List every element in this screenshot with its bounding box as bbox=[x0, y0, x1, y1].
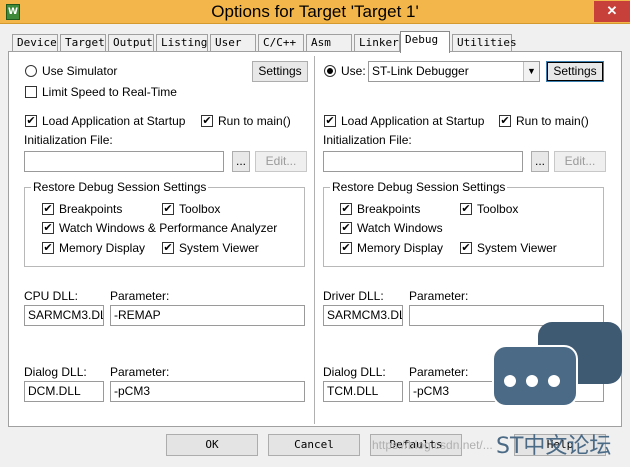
right-system-viewer-label: System Viewer bbox=[477, 241, 557, 255]
tab-listing[interactable]: Listing bbox=[156, 34, 208, 51]
left-init-file-input[interactable] bbox=[24, 151, 224, 172]
right-dialog-dll-input[interactable]: TCM.DLL bbox=[323, 381, 403, 402]
right-browse-button[interactable]: ... bbox=[531, 151, 549, 172]
watermark-dot-icon bbox=[526, 375, 538, 387]
right-breakpoints-label: Breakpoints bbox=[357, 202, 421, 216]
right-breakpoints-checkbox[interactable]: ✔ bbox=[340, 203, 352, 215]
left-dialog-parameter-input[interactable]: -pCM3 bbox=[110, 381, 305, 402]
right-load-app-label: Load Application at Startup bbox=[341, 114, 485, 128]
right-memory-display-label: Memory Display bbox=[357, 241, 444, 255]
driver-dll-input[interactable]: SARMCM3.DLL bbox=[323, 305, 403, 326]
right-edit-button[interactable]: Edit... bbox=[554, 151, 606, 172]
left-breakpoints-checkbox[interactable]: ✔ bbox=[42, 203, 54, 215]
tab-debug[interactable]: Debug bbox=[400, 31, 450, 53]
debugger-select[interactable]: ST-Link Debugger bbox=[368, 61, 540, 82]
right-system-viewer-checkbox[interactable]: ✔ bbox=[460, 242, 472, 254]
watermark-dot-icon bbox=[504, 375, 516, 387]
right-run-to-main-checkbox[interactable]: ✔ bbox=[499, 115, 511, 127]
right-watch-windows-label: Watch Windows bbox=[357, 221, 443, 235]
tab-linker[interactable]: Linker bbox=[354, 34, 400, 51]
use-debugger-radio[interactable] bbox=[324, 65, 336, 77]
right-memory-display-checkbox[interactable]: ✔ bbox=[340, 242, 352, 254]
tab-cc[interactable]: C/C++ bbox=[258, 34, 304, 51]
watermark-url: https://blog.csdn.net/... bbox=[372, 438, 493, 452]
left-breakpoints-label: Breakpoints bbox=[59, 202, 123, 216]
right-load-app-checkbox[interactable]: ✔ bbox=[324, 115, 336, 127]
column-divider bbox=[314, 56, 315, 424]
tab-device[interactable]: Device bbox=[12, 34, 58, 51]
left-watch-windows-checkbox[interactable]: ✔ bbox=[42, 222, 54, 234]
simulator-settings-button[interactable]: Settings bbox=[252, 61, 308, 82]
chevron-down-icon[interactable]: ▼ bbox=[523, 62, 539, 81]
right-init-file-label: Initialization File: bbox=[323, 133, 412, 147]
left-run-to-main-label: Run to main() bbox=[218, 114, 291, 128]
cpu-dll-input[interactable]: SARMCM3.DLL bbox=[24, 305, 104, 326]
right-dialog-dll-label: Dialog DLL: bbox=[323, 365, 386, 379]
tab-output[interactable]: Output bbox=[108, 34, 154, 51]
left-load-app-label: Load Application at Startup bbox=[42, 114, 186, 128]
right-init-file-input[interactable] bbox=[323, 151, 523, 172]
tab-asm[interactable]: Asm bbox=[306, 34, 352, 51]
right-run-to-main-label: Run to main() bbox=[516, 114, 589, 128]
right-toolbox-label: Toolbox bbox=[477, 202, 519, 216]
debugger-settings-button[interactable]: Settings bbox=[546, 61, 604, 82]
left-dialog-dll-label: Dialog DLL: bbox=[24, 365, 87, 379]
right-toolbox-checkbox[interactable]: ✔ bbox=[460, 203, 472, 215]
left-toolbox-label: Toolbox bbox=[179, 202, 221, 216]
close-button[interactable]: ✕ bbox=[594, 1, 630, 22]
left-restore-group-label: Restore Debug Session Settings bbox=[31, 180, 209, 194]
limit-speed-checkbox[interactable] bbox=[25, 86, 37, 98]
ok-button[interactable]: OK bbox=[166, 434, 258, 456]
left-run-to-main-checkbox[interactable]: ✔ bbox=[201, 115, 213, 127]
right-restore-group-label: Restore Debug Session Settings bbox=[330, 180, 508, 194]
tab-target[interactable]: Target bbox=[60, 34, 106, 51]
left-load-app-checkbox[interactable]: ✔ bbox=[25, 115, 37, 127]
left-init-file-label: Initialization File: bbox=[24, 133, 113, 147]
debugger-select-value: ST-Link Debugger bbox=[372, 64, 469, 78]
right-dialog-parameter-label: Parameter: bbox=[409, 365, 469, 379]
left-memory-display-checkbox[interactable]: ✔ bbox=[42, 242, 54, 254]
use-simulator-radio[interactable] bbox=[25, 65, 37, 77]
left-browse-button[interactable]: ... bbox=[232, 151, 250, 172]
use-simulator-label: Use Simulator bbox=[42, 64, 118, 78]
driver-dll-label: Driver DLL: bbox=[323, 289, 384, 303]
cpu-parameter-label: Parameter: bbox=[110, 289, 170, 303]
cancel-button[interactable]: Cancel bbox=[268, 434, 360, 456]
use-label: Use: bbox=[341, 64, 366, 78]
left-watch-windows-label: Watch Windows & Performance Analyzer bbox=[59, 221, 278, 235]
left-memory-display-label: Memory Display bbox=[59, 241, 146, 255]
window-title: Options for Target 'Target 1' bbox=[211, 2, 419, 21]
tab-user[interactable]: User bbox=[210, 34, 256, 51]
cpu-parameter-input[interactable]: -REMAP bbox=[110, 305, 305, 326]
limit-speed-label: Limit Speed to Real-Time bbox=[42, 85, 177, 99]
cpu-dll-label: CPU DLL: bbox=[24, 289, 79, 303]
left-dialog-parameter-label: Parameter: bbox=[110, 365, 170, 379]
left-dialog-dll-input[interactable]: DCM.DLL bbox=[24, 381, 104, 402]
right-watch-windows-checkbox[interactable]: ✔ bbox=[340, 222, 352, 234]
left-system-viewer-label: System Viewer bbox=[179, 241, 259, 255]
left-toolbox-checkbox[interactable]: ✔ bbox=[162, 203, 174, 215]
left-edit-button[interactable]: Edit... bbox=[255, 151, 307, 172]
left-system-viewer-checkbox[interactable]: ✔ bbox=[162, 242, 174, 254]
driver-parameter-label: Parameter: bbox=[409, 289, 469, 303]
watermark-text: ST中文论坛 bbox=[496, 434, 612, 459]
watermark-dot-icon bbox=[548, 375, 560, 387]
tab-utilities[interactable]: Utilities bbox=[452, 34, 517, 51]
